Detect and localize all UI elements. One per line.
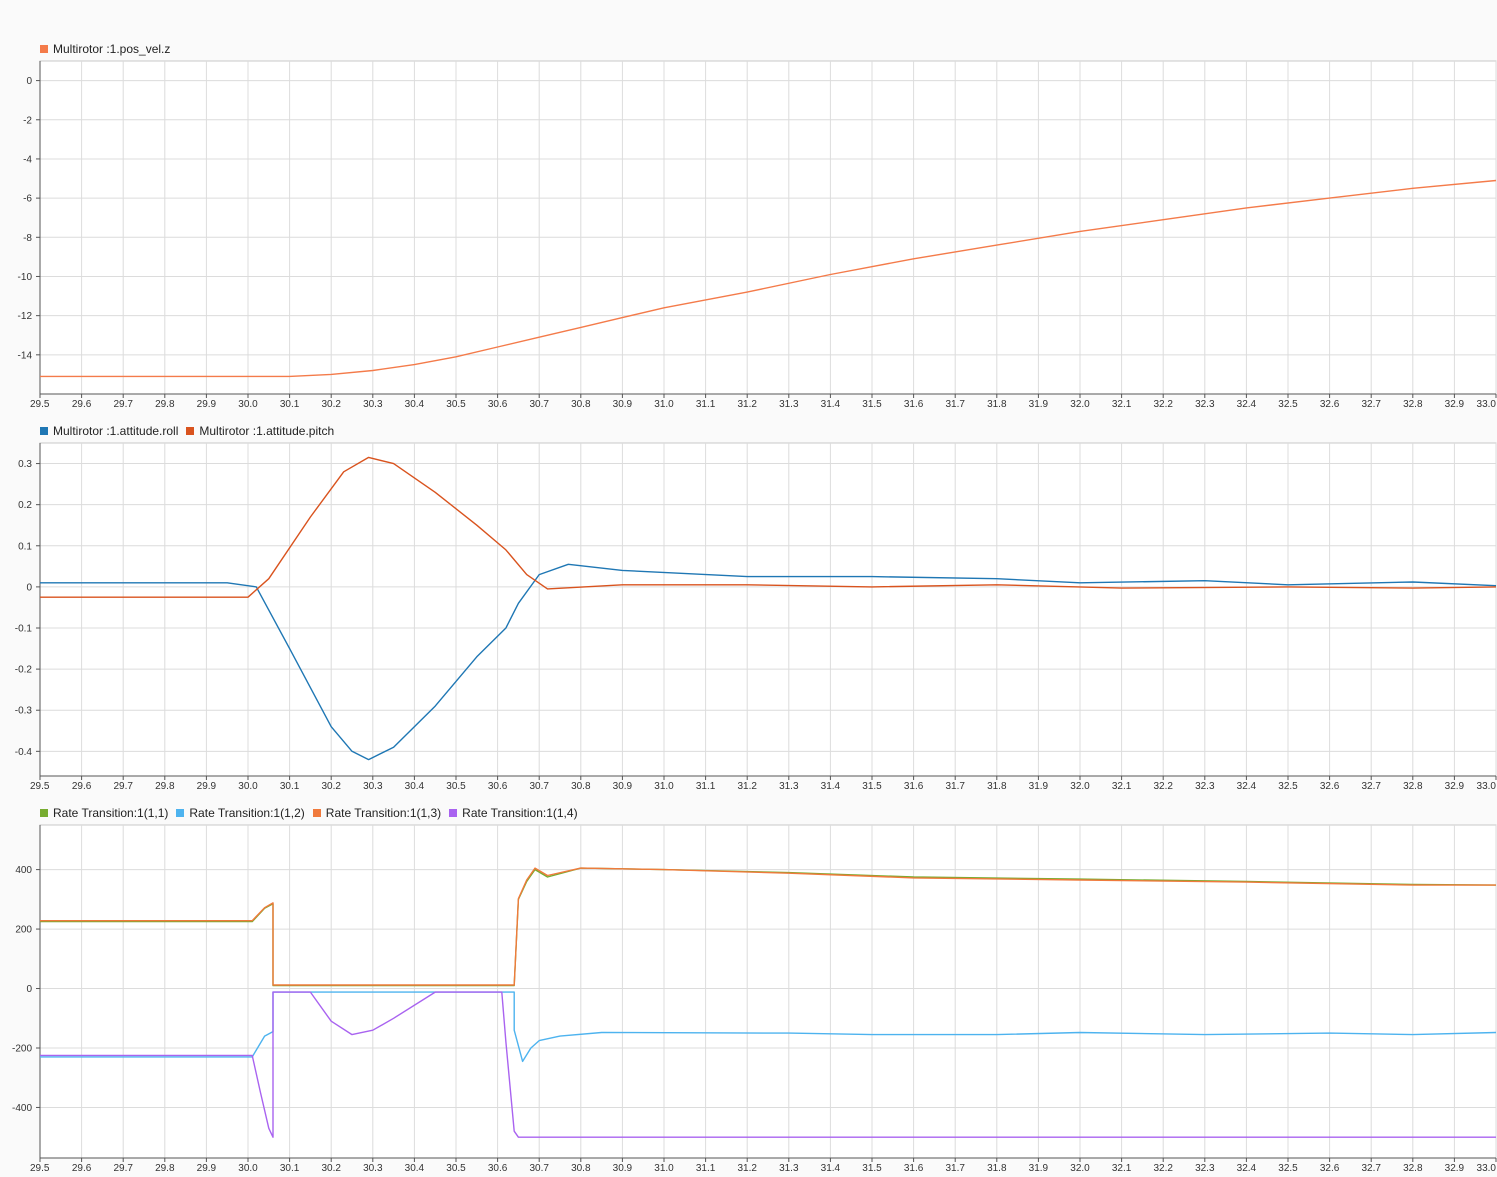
x-tick-label: 31.3 xyxy=(779,1163,799,1174)
x-tick-label: 32.4 xyxy=(1237,1163,1257,1174)
x-tick-label: 29.8 xyxy=(155,1163,175,1174)
x-tick-label: 30.7 xyxy=(529,1163,549,1174)
x-tick-label: 30.4 xyxy=(405,1163,425,1174)
x-tick-label: 31.2 xyxy=(737,1163,757,1174)
x-tick-label: 32.5 xyxy=(1278,1163,1298,1174)
x-tick-label: 31.7 xyxy=(945,1163,965,1174)
x-tick-label: 31.4 xyxy=(821,1163,841,1174)
x-tick-label: 31.6 xyxy=(904,1163,924,1174)
chart-panel-3: Rate Transition:1(1,1) Rate Transition:1… xyxy=(0,0,1497,1177)
y-tick-label: 0 xyxy=(26,984,32,995)
x-tick-label: 29.6 xyxy=(72,1163,92,1174)
x-tick-label: 31.9 xyxy=(1029,1163,1049,1174)
x-tick-label: 31.0 xyxy=(654,1163,674,1174)
x-tick-label: 30.9 xyxy=(613,1163,633,1174)
x-tick-label: 32.3 xyxy=(1195,1163,1215,1174)
y-tick-label: -400 xyxy=(12,1103,32,1114)
x-tick-label: 31.1 xyxy=(696,1163,716,1174)
x-tick-label: 32.1 xyxy=(1112,1163,1132,1174)
plot-area xyxy=(39,824,1497,1159)
line-chart-rate-transition[interactable]: 29.5 29.6 29.7 29.8 29.9 30.0 30.1 30.2 30.3 30.4… xyxy=(0,0,1497,1177)
x-tick-label: 30.5 xyxy=(446,1163,466,1174)
x-tick-label: 32.0 xyxy=(1070,1163,1090,1174)
y-tick-label: 200 xyxy=(15,925,32,936)
x-tick-label: 32.6 xyxy=(1320,1163,1340,1174)
x-tick-label: 29.5 xyxy=(30,1163,50,1174)
x-tick-label: 30.3 xyxy=(363,1163,383,1174)
x-tick-label: 31.5 xyxy=(862,1163,882,1174)
x-tick-label: 29.9 xyxy=(197,1163,217,1174)
x-tick-label: 30.6 xyxy=(488,1163,508,1174)
x-tick-label: 30.0 xyxy=(238,1163,258,1174)
x-tick-label: 32.8 xyxy=(1403,1163,1423,1174)
x-tick-label: 30.8 xyxy=(571,1163,591,1174)
x-tick-label: 32.2 xyxy=(1153,1163,1173,1174)
x-tick-label: 32.9 xyxy=(1445,1163,1465,1174)
x-tick-label: 32.7 xyxy=(1361,1163,1381,1174)
y-tick-label: -200 xyxy=(12,1043,32,1054)
x-tick-label: 31.8 xyxy=(987,1163,1007,1174)
x-tick-label: 29.7 xyxy=(113,1163,133,1174)
y-tick-label: 400 xyxy=(15,865,32,876)
x-tick-label: 30.2 xyxy=(321,1163,341,1174)
x-tick-label: 33.0 xyxy=(1477,1163,1497,1174)
x-tick-label: 30.1 xyxy=(280,1163,300,1174)
